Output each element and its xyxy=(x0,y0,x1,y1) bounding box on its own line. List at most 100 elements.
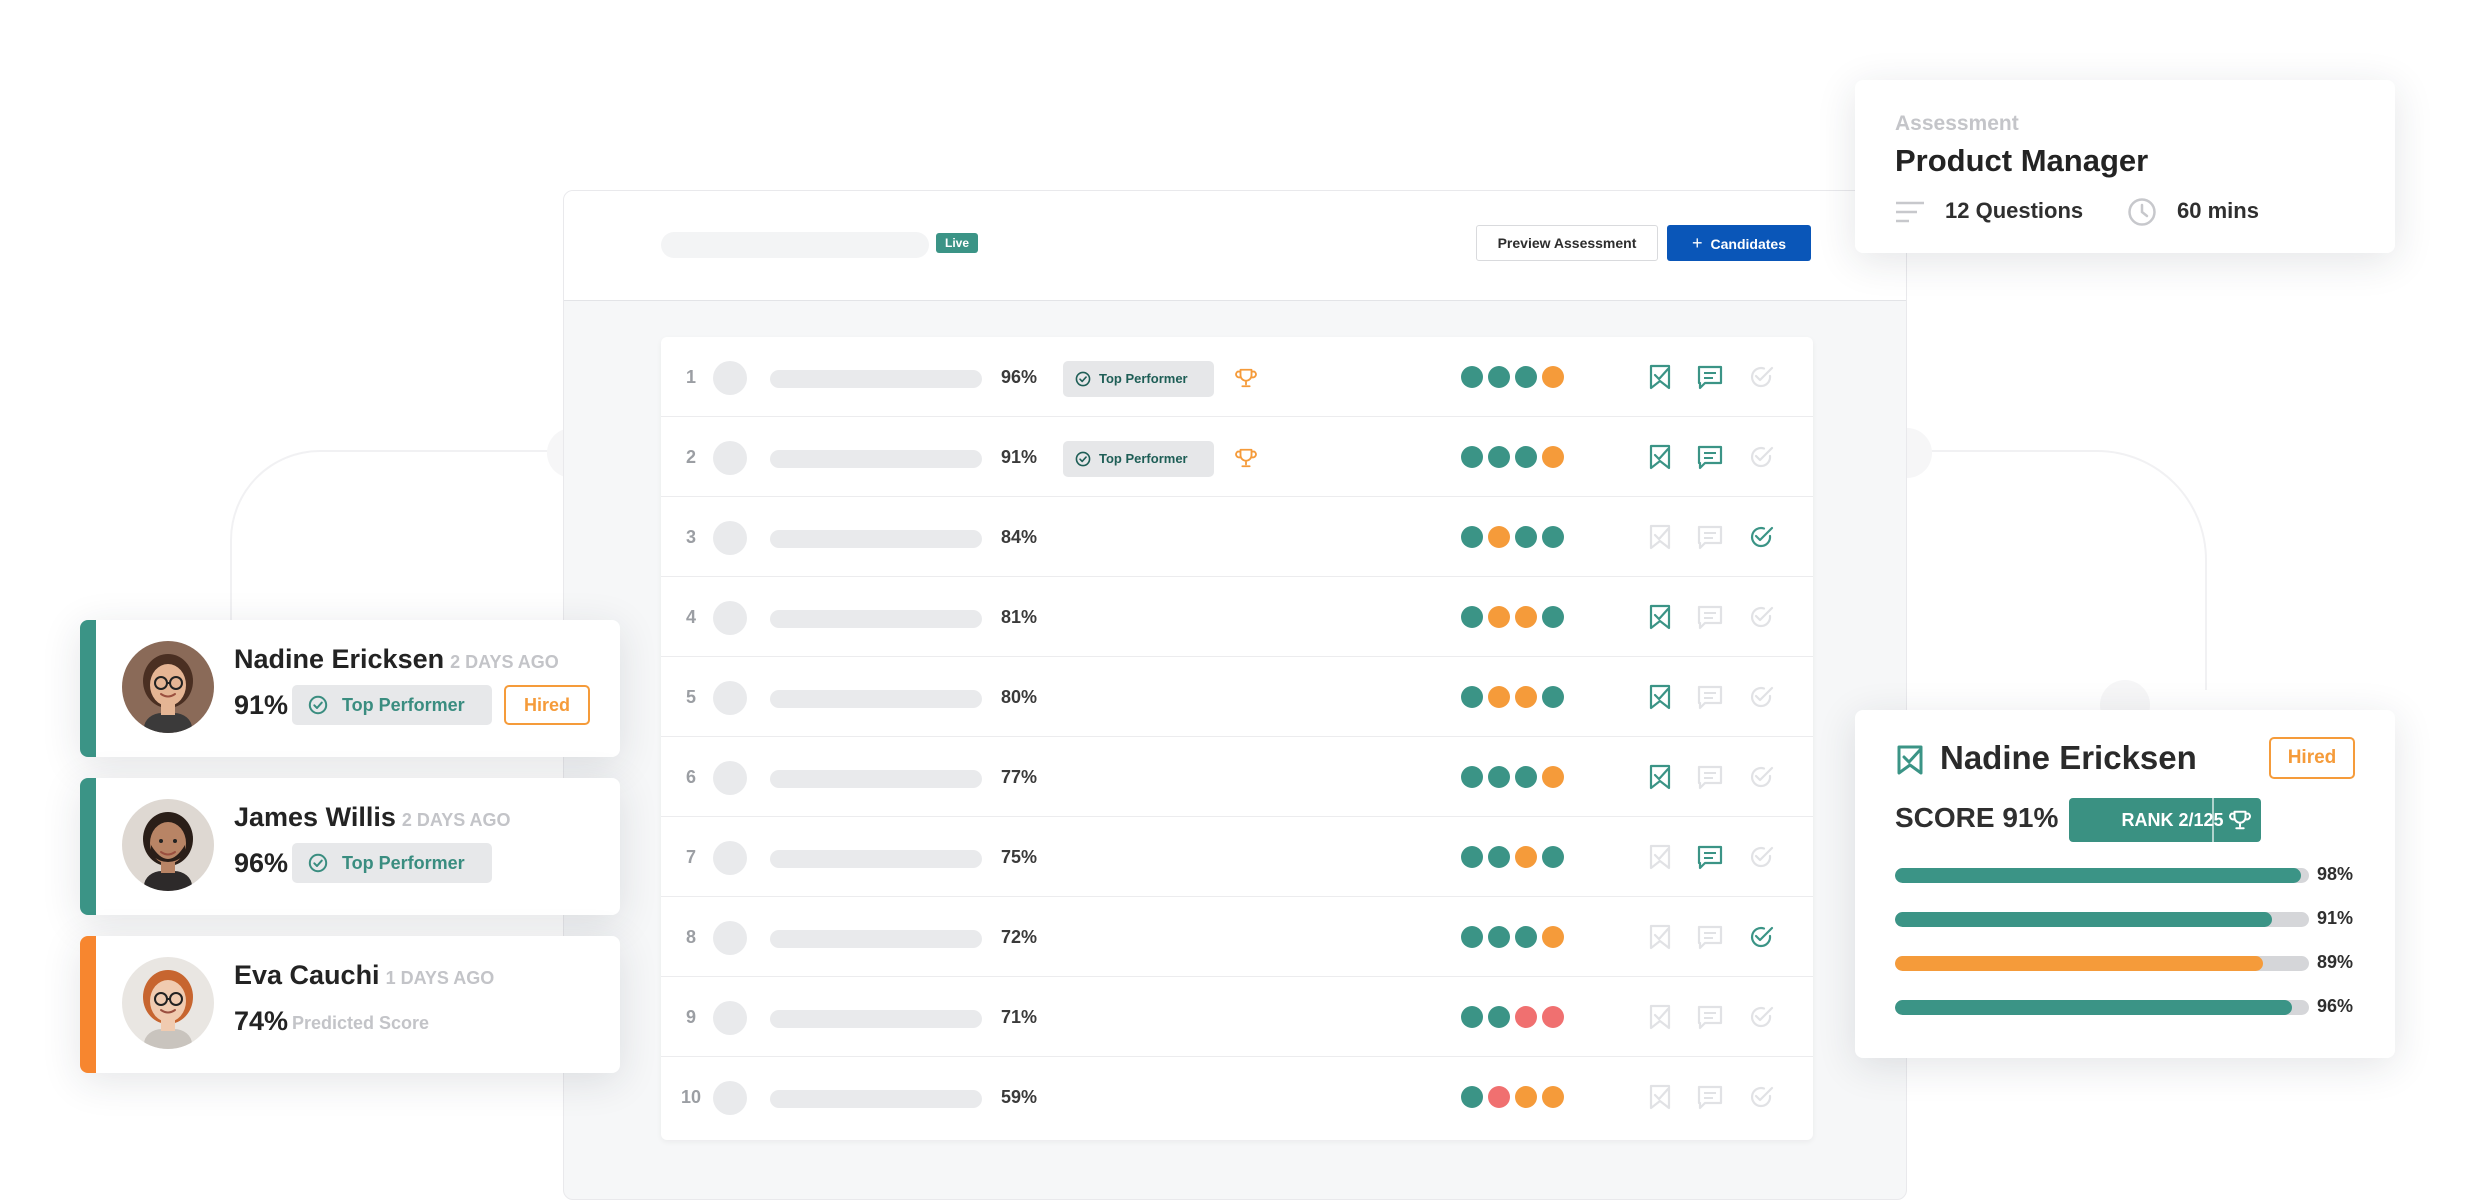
candidate-name: Eva Cauchi 1 DAYS AGO xyxy=(234,960,494,991)
skill-dot xyxy=(1542,606,1564,628)
skill-dot xyxy=(1461,686,1483,708)
comment-icon[interactable] xyxy=(1697,1084,1723,1110)
score-progress-fill xyxy=(1895,956,2264,971)
approve-check-icon[interactable] xyxy=(1748,1084,1774,1110)
approve-check-icon[interactable] xyxy=(1748,524,1774,550)
shortlist-icon[interactable] xyxy=(1647,364,1673,390)
candidate-card[interactable]: James Willis 2 DAYS AGO 96% Top Performer xyxy=(80,778,620,915)
comment-icon[interactable] xyxy=(1697,764,1723,790)
skill-dots xyxy=(1461,1006,1569,1028)
approve-check-icon[interactable] xyxy=(1748,1004,1774,1030)
candidate-card[interactable]: Nadine Ericksen 2 DAYS AGO 91% Top Performe… xyxy=(80,620,620,757)
shortlist-icon[interactable] xyxy=(1647,684,1673,710)
score-progress-fill xyxy=(1895,868,2301,883)
skill-dot xyxy=(1461,446,1483,468)
table-row[interactable]: 5 80% xyxy=(661,657,1813,737)
approve-check-icon[interactable] xyxy=(1748,364,1774,390)
table-row[interactable]: 4 81% xyxy=(661,577,1813,657)
comment-icon[interactable] xyxy=(1697,604,1723,630)
skill-dot xyxy=(1461,846,1483,868)
shortlist-icon[interactable] xyxy=(1647,1004,1673,1030)
skill-dot xyxy=(1542,766,1564,788)
skill-dot xyxy=(1542,446,1564,468)
comment-icon[interactable] xyxy=(1697,684,1723,710)
shortlist-icon[interactable] xyxy=(1647,1084,1673,1110)
table-row[interactable]: 3 84% xyxy=(661,497,1813,577)
table-row[interactable]: 9 71% xyxy=(661,977,1813,1057)
table-row[interactable]: 10 59% xyxy=(661,1057,1813,1137)
add-candidates-button[interactable]: + Candidates xyxy=(1667,225,1811,261)
skill-dot xyxy=(1461,366,1483,388)
skill-dots xyxy=(1461,1086,1569,1108)
name-placeholder xyxy=(770,370,982,388)
approve-check-icon[interactable] xyxy=(1748,924,1774,950)
comment-icon[interactable] xyxy=(1697,364,1723,390)
skill-dot xyxy=(1488,446,1510,468)
candidate-score: 91% xyxy=(234,690,289,720)
skill-dots xyxy=(1461,446,1569,468)
name-placeholder xyxy=(770,690,982,708)
rank-divider xyxy=(2212,798,2214,842)
comment-icon[interactable] xyxy=(1697,524,1723,550)
plus-icon: + xyxy=(1692,233,1703,253)
row-rank: 1 xyxy=(685,367,696,387)
skill-dot xyxy=(1515,686,1537,708)
skill-dot xyxy=(1461,1086,1483,1108)
shortlist-icon[interactable] xyxy=(1647,844,1673,870)
avatar-placeholder xyxy=(713,921,747,955)
skill-dot xyxy=(1461,1006,1483,1028)
shortlist-icon[interactable] xyxy=(1647,524,1673,550)
connector-line xyxy=(230,450,560,620)
check-circle-icon xyxy=(1075,371,1091,387)
candidates-button-label: Candidates xyxy=(1710,236,1786,252)
skill-dot xyxy=(1515,446,1537,468)
row-score: 96% xyxy=(1001,367,1038,387)
skill-dot xyxy=(1488,766,1510,788)
table-row[interactable]: 7 75% xyxy=(661,817,1813,897)
skill-dot xyxy=(1488,846,1510,868)
row-rank: 8 xyxy=(685,927,696,947)
row-score: 59% xyxy=(1001,1087,1038,1107)
status-bar xyxy=(80,936,96,1073)
shortlist-icon[interactable] xyxy=(1647,764,1673,790)
avatar-placeholder xyxy=(713,681,747,715)
approve-check-icon[interactable] xyxy=(1748,444,1774,470)
row-score: 72% xyxy=(1001,927,1038,947)
hired-badge: Hired xyxy=(2269,737,2355,779)
name-placeholder xyxy=(770,850,982,868)
table-row[interactable]: 6 77% xyxy=(661,737,1813,817)
skill-dot xyxy=(1542,366,1564,388)
table-row[interactable]: 2 91% Top Performer xyxy=(661,417,1813,497)
candidate-detail-card: Nadine Ericksen Hired SCORE 91% RANK 2/1… xyxy=(1855,710,2395,1058)
approve-check-icon[interactable] xyxy=(1748,764,1774,790)
top-performer-tag: Top Performer xyxy=(1063,361,1214,397)
comment-icon[interactable] xyxy=(1697,1004,1723,1030)
comment-icon[interactable] xyxy=(1697,444,1723,470)
table-row[interactable]: 1 96% Top Performer xyxy=(661,337,1813,417)
skill-dot xyxy=(1515,846,1537,868)
table-row[interactable]: 8 72% xyxy=(661,897,1813,977)
top-performer-tag: Top Performer xyxy=(292,843,492,883)
shortlist-icon[interactable] xyxy=(1647,924,1673,950)
skill-dot xyxy=(1515,766,1537,788)
avatar-placeholder xyxy=(713,761,747,795)
skill-dot xyxy=(1461,926,1483,948)
approve-check-icon[interactable] xyxy=(1748,844,1774,870)
preview-assessment-button[interactable]: Preview Assessment xyxy=(1476,225,1658,261)
approve-check-icon[interactable] xyxy=(1748,604,1774,630)
avatar-placeholder xyxy=(713,1081,747,1115)
approve-check-icon[interactable] xyxy=(1748,684,1774,710)
row-score: 71% xyxy=(1001,1007,1038,1027)
name-placeholder xyxy=(770,770,982,788)
predicted-score-label: Predicted Score xyxy=(292,1013,430,1033)
candidate-card[interactable]: Eva Cauchi 1 DAYS AGO 74% Predicted Score xyxy=(80,936,620,1073)
comment-icon[interactable] xyxy=(1697,844,1723,870)
shortlist-icon[interactable] xyxy=(1647,444,1673,470)
shortlist-icon[interactable] xyxy=(1647,604,1673,630)
score-progress-label: 98% xyxy=(2317,864,2354,884)
row-score: 75% xyxy=(1001,847,1038,867)
avatar-placeholder xyxy=(713,521,747,555)
score-progress-bar xyxy=(1895,956,2309,971)
clock-icon xyxy=(2128,198,2156,226)
comment-icon[interactable] xyxy=(1697,924,1723,950)
